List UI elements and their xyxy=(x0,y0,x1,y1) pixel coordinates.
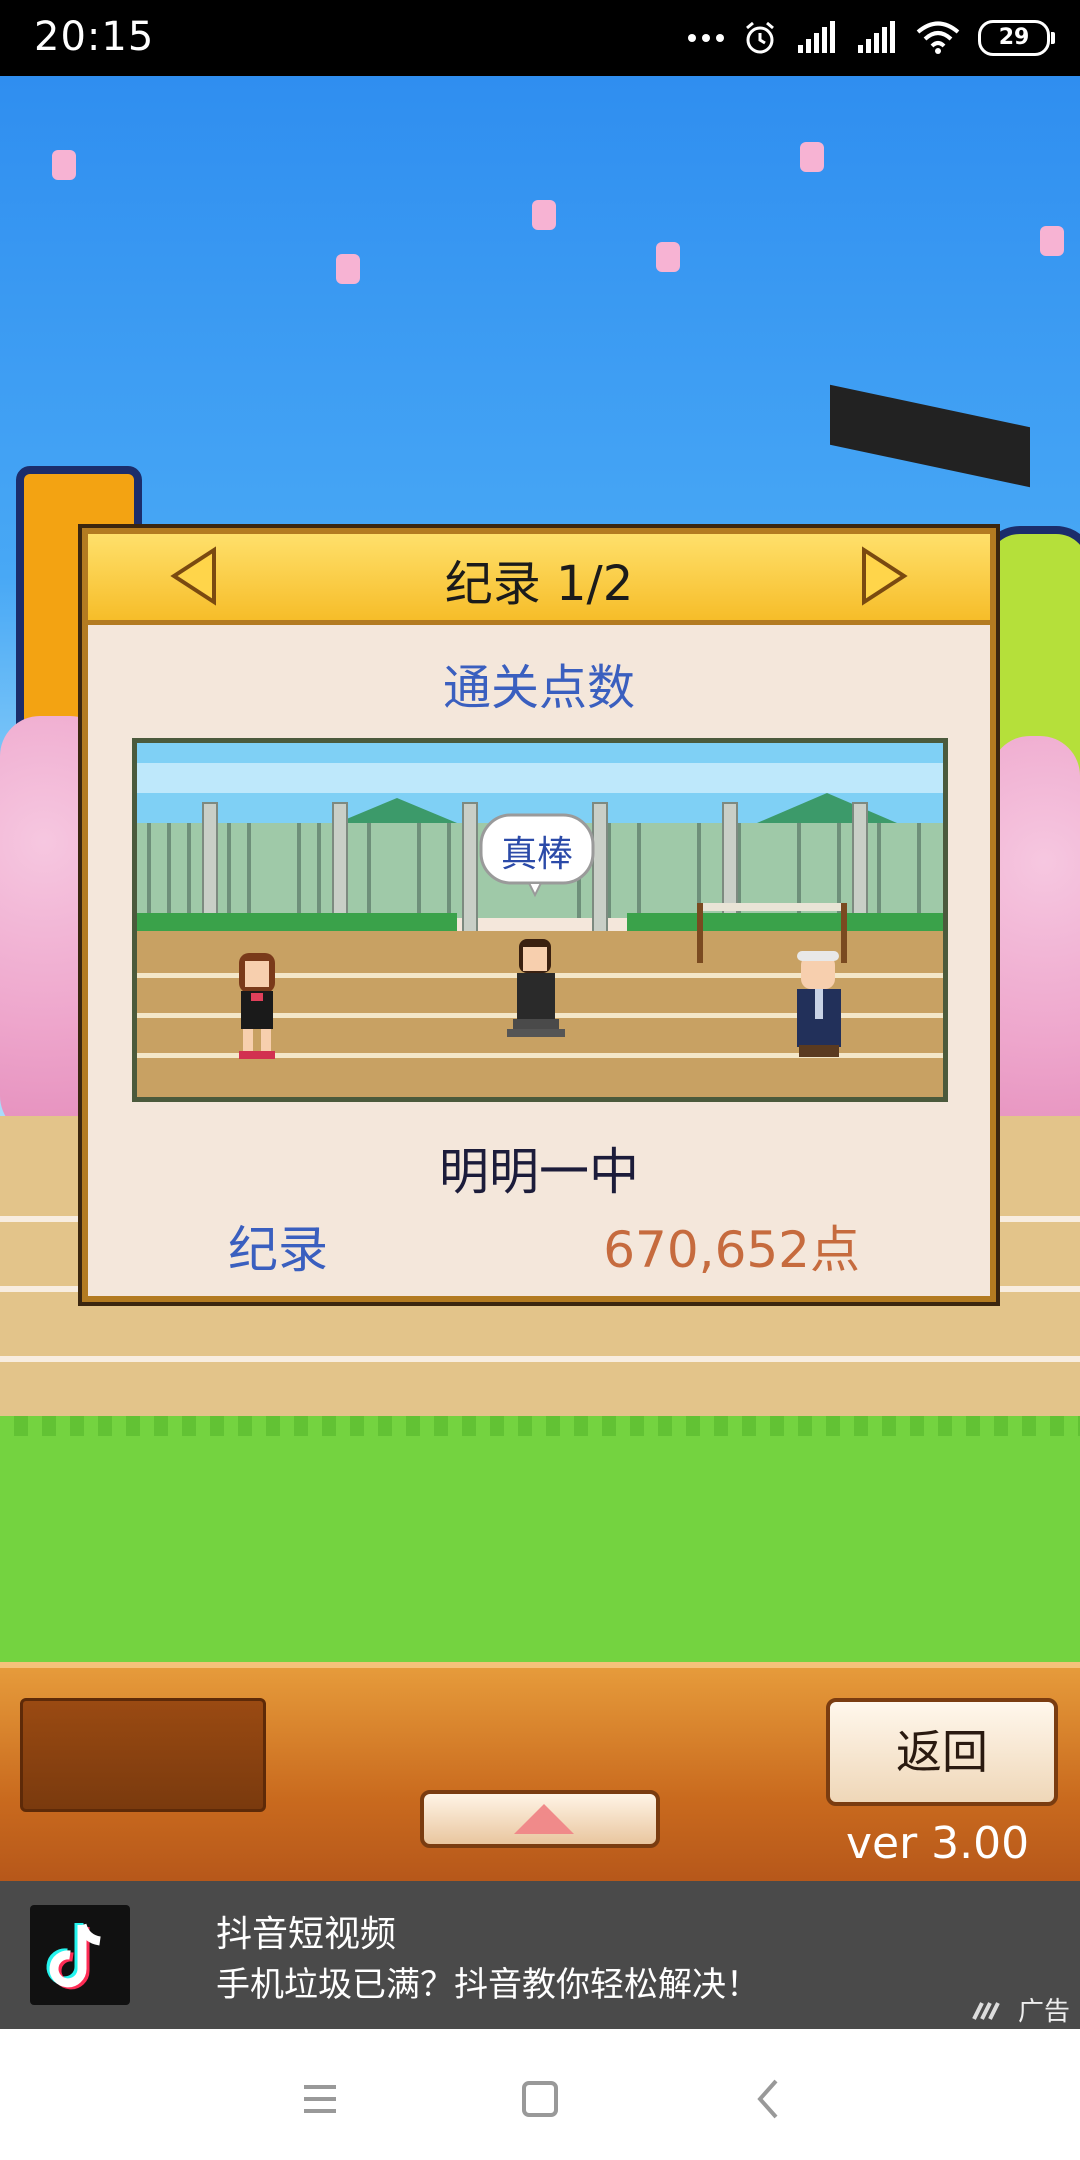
ceremony-illustration xyxy=(137,743,943,1097)
dialog-header: 纪录 1/2 xyxy=(88,534,990,625)
speech-bubble-text: 真棒 xyxy=(500,834,573,875)
info-slot xyxy=(20,1698,266,1812)
back-button[interactable]: 返回 xyxy=(826,1698,1058,1806)
tiktok-logo-icon[interactable] xyxy=(30,1905,130,2005)
status-icons: 29 xyxy=(688,16,1055,60)
petal-decoration xyxy=(1040,226,1064,256)
status-bar: 20:15 29 xyxy=(0,0,1080,76)
principal-sprite xyxy=(797,951,841,1057)
more-dots-icon xyxy=(688,34,724,42)
bottom-control-bar: 返回 ver 3.00 xyxy=(0,1662,1080,1887)
up-arrow-icon xyxy=(514,1804,574,1834)
petal-decoration xyxy=(656,242,680,272)
record-dialog: 纪录 1/2 通关点数 真棒 明明一中 纪录 670,652点 xyxy=(82,528,996,1302)
record-value: 670,652点 xyxy=(603,1221,860,1279)
ad-banner[interactable]: 抖音短视频 手机垃圾已满？抖音教你轻松解决！ 广告 xyxy=(0,1881,1080,2029)
signal-icon xyxy=(798,21,835,53)
scroll-up-button[interactable] xyxy=(420,1790,660,1848)
next-record-arrow-icon[interactable] xyxy=(858,546,910,606)
version-text: ver 3.00 xyxy=(846,1818,1030,1869)
graduation-cap-icon xyxy=(830,384,1030,488)
record-category: 通关点数 xyxy=(442,660,635,716)
battery-icon: 29 xyxy=(978,20,1055,56)
dialog-title: 纪录 1/2 xyxy=(444,556,634,612)
petal-decoration xyxy=(52,150,76,180)
ad-network-logo-icon xyxy=(972,2001,1000,2020)
menu-icon[interactable] xyxy=(290,2069,350,2129)
ad-description[interactable]: 手机垃圾已满？抖音教你轻松解决！ xyxy=(216,1957,760,2006)
school-name: 明明一中 xyxy=(439,1143,639,1201)
wifi-icon xyxy=(916,21,960,54)
alarm-icon xyxy=(746,21,774,54)
signal-icon xyxy=(858,21,895,53)
ad-label: 广告 xyxy=(972,1991,1070,2028)
back-nav-icon[interactable] xyxy=(738,2069,798,2129)
petal-decoration xyxy=(336,254,360,284)
ceremony-scene: 真棒 xyxy=(132,738,948,1102)
home-icon[interactable] xyxy=(510,2069,570,2129)
status-time: 20:15 xyxy=(34,14,155,60)
record-label: 纪录 xyxy=(228,1221,328,1279)
petal-decoration xyxy=(800,142,824,172)
ad-title[interactable]: 抖音短视频 xyxy=(216,1905,396,1957)
ad-tag-text: 广告 xyxy=(1017,1997,1070,2027)
game-screen: 纪录 1/2 通关点数 真棒 明明一中 纪录 670,652点 xyxy=(0,76,1080,1881)
cherry-tree xyxy=(990,736,1080,1156)
system-nav-bar xyxy=(0,2029,1080,2160)
petal-decoration xyxy=(532,200,556,230)
